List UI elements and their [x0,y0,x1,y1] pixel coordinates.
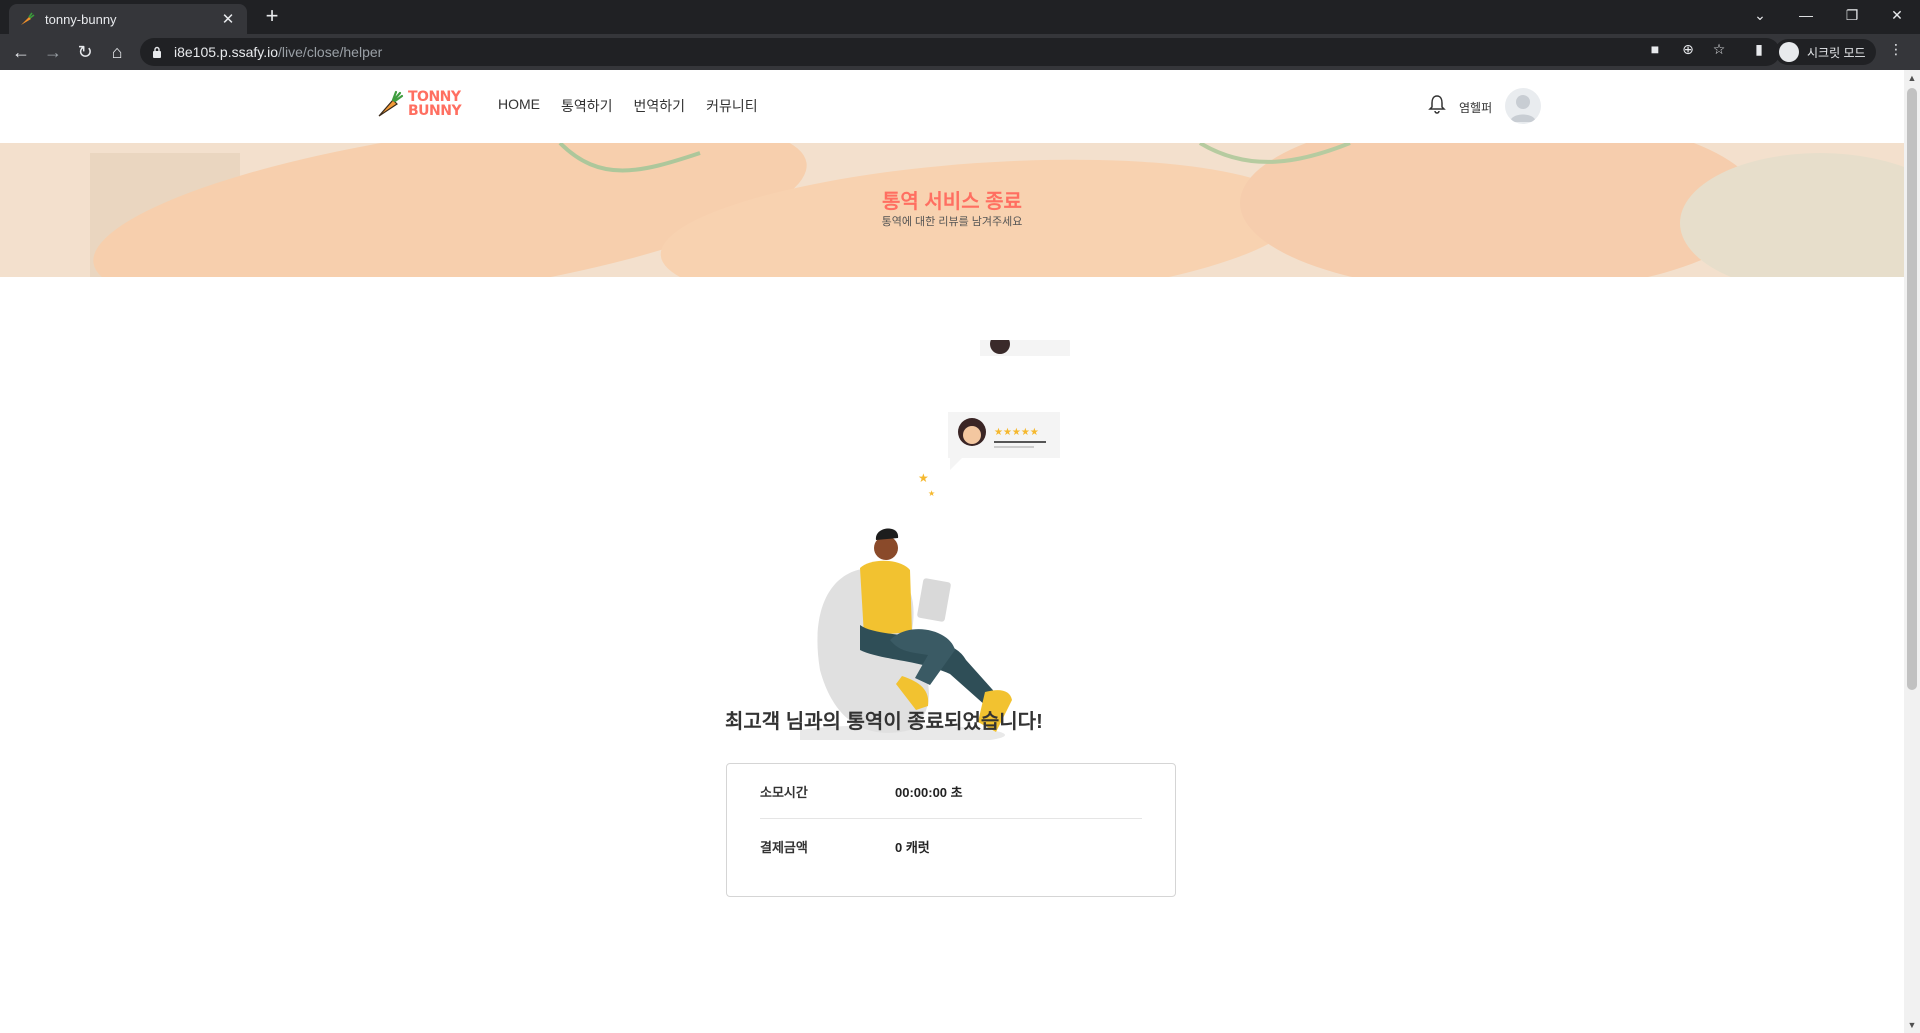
user-avatar-icon [1510,95,1536,122]
payment-label: 결제금액 [760,840,808,855]
hero-banner: 통역 서비스 종료 통역에 대한 리뷰를 남겨주세요 [0,143,1904,277]
restore-icon[interactable]: ❐ [1829,0,1875,30]
scroll-down-icon[interactable]: ▼ [1904,1017,1920,1033]
reload-icon[interactable]: ↻ [73,40,97,64]
camera-icon[interactable]: ■ [1646,40,1664,58]
forward-icon[interactable]: → [41,40,65,64]
nav-interpret[interactable]: 통역하기 [561,96,613,116]
nav-community[interactable]: 커뮤니티 [706,96,758,116]
site-logo[interactable]: TONNY BUNNY [376,86,468,122]
carrot-logo-icon [378,90,404,117]
incognito-badge[interactable]: 시크릿 모드 [1775,39,1876,65]
home-icon[interactable]: ⌂ [105,40,129,64]
review-illustration: ★★★★★ ★ ★ [800,340,1070,740]
minimize-icon[interactable]: — [1783,0,1829,30]
close-window-icon[interactable]: ✕ [1874,0,1920,30]
summary-row-time: 소모시간 00:00:00 초 [760,764,1142,819]
new-tab-button[interactable]: + [260,5,284,29]
bell-icon[interactable] [1428,94,1446,114]
scroll-up-icon[interactable]: ▲ [1904,70,1920,86]
svg-text:★★★★★: ★★★★★ [994,427,1039,438]
site-header: TONNY BUNNY HOME 통역하기 번역하기 커뮤니티 염헬퍼 [0,70,1904,143]
svg-text:★: ★ [918,471,929,485]
time-label: 소모시간 [760,784,808,800]
tab-close-icon[interactable]: ✕ [219,10,237,28]
back-icon[interactable]: ← [9,40,33,64]
nav-translate[interactable]: 번역하기 [634,96,686,116]
browser-tab[interactable]: tonny-bunny ✕ [9,4,247,34]
url-host: i8e105.p.ssafy.io [174,44,279,60]
avatar[interactable] [1505,88,1541,124]
tab-title: tonny-bunny [45,11,117,27]
tab-search-icon[interactable]: ⌄ [1737,0,1783,30]
nav-home[interactable]: HOME [498,96,540,116]
page-scrollbar[interactable]: ▲ ▼ [1904,70,1920,1033]
page-viewport: TONNY BUNNY HOME 통역하기 번역하기 커뮤니티 염헬퍼 통역 서… [0,70,1904,1033]
logo-text-line1: TONNY [408,89,461,105]
payment-value: 0 캐럿 [895,840,930,855]
logo-text-line2: BUNNY [408,103,462,119]
url-path: /live/close/helper [278,44,383,60]
lock-icon [153,46,161,58]
main-nav: HOME 통역하기 번역하기 커뮤니티 [498,96,758,116]
summary-card: 소모시간 00:00:00 초 결제금액 0 캐럿 [726,763,1176,897]
bookmark-star-icon[interactable]: ☆ [1710,40,1728,58]
incognito-icon [1779,42,1799,62]
scrollbar-thumb[interactable] [1907,88,1917,690]
summary-row-payment: 결제금액 0 캐럿 [760,819,1142,874]
carrot-favicon-icon [21,12,35,25]
browser-toolbar: ← → ↻ ⌂ i8e105.p.ssafy.io/live/close/hel… [0,34,1920,70]
browser-tabstrip: tonny-bunny ✕ + ⌄ — ❐ ✕ [0,0,1920,34]
svg-text:★: ★ [928,489,935,498]
end-message: 최고객 님과의 통역이 종료되었습니다! [725,711,1043,733]
incognito-label: 시크릿 모드 [1807,45,1866,60]
zoom-icon[interactable]: ⊕ [1679,40,1697,58]
menu-kebab-icon[interactable]: ⋮ [1887,40,1905,58]
username[interactable]: 염헬퍼 [1459,99,1492,116]
banner-title: 통역 서비스 종료 [882,191,1022,213]
address-bar[interactable]: i8e105.p.ssafy.io/live/close/helper [140,38,1780,66]
banner-subtitle: 통역에 대한 리뷰를 남겨주세요 [881,216,1023,228]
time-value: 00:00:00 초 [895,784,963,800]
side-panel-icon[interactable]: ▮ [1750,40,1768,58]
